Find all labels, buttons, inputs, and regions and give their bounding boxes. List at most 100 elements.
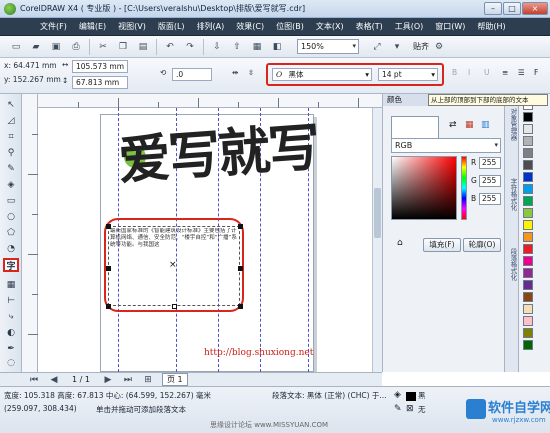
- snap-toggle-icon[interactable]: ▾: [389, 39, 405, 55]
- menu-text[interactable]: 文本(X): [310, 18, 350, 36]
- import-icon[interactable]: ⇩: [209, 39, 225, 55]
- italic-icon[interactable]: I: [468, 68, 470, 77]
- shape-tool-icon[interactable]: ◿: [3, 114, 19, 128]
- table-tool-icon[interactable]: ▦: [3, 278, 19, 292]
- print-icon[interactable]: ⎙: [68, 39, 84, 55]
- selection-handle[interactable]: [238, 304, 243, 309]
- menu-bitmaps[interactable]: 位图(B): [270, 18, 310, 36]
- palette-swatch[interactable]: [523, 304, 533, 314]
- drawing-canvas[interactable]: 爱写就写 最新国家标准的《智能建筑设计标准》主要包括了计算机网络、通信、安全防范…: [38, 108, 372, 372]
- red-value-field[interactable]: 255: [479, 157, 501, 169]
- full-screen-icon[interactable]: ⤢: [369, 39, 385, 55]
- align-icon[interactable]: ≡: [502, 68, 508, 77]
- rotation-field[interactable]: .0: [172, 68, 212, 81]
- redo-icon[interactable]: ↷: [182, 39, 198, 55]
- menu-window[interactable]: 窗口(W): [429, 18, 471, 36]
- undo-icon[interactable]: ↶: [162, 39, 178, 55]
- crop-tool-icon[interactable]: ⌗: [3, 130, 19, 144]
- menu-help[interactable]: 帮助(H): [471, 18, 511, 36]
- menu-table[interactable]: 表格(T): [350, 18, 389, 36]
- paragraph-text[interactable]: 最新国家标准的《智能建筑设计标准》主要包括了计算机网络、通信、安全防范、“楼宇自…: [110, 228, 238, 256]
- palette-swatch[interactable]: [523, 196, 533, 206]
- welcome-screen-icon[interactable]: ◧: [269, 39, 285, 55]
- frame-tab-handle[interactable]: [172, 304, 177, 309]
- blend-tool-icon[interactable]: ◐: [3, 326, 19, 340]
- maximize-button[interactable]: □: [503, 2, 521, 15]
- menu-view[interactable]: 视图(V): [112, 18, 152, 36]
- height-field[interactable]: 67.813 mm: [72, 76, 128, 89]
- page-tab[interactable]: 页 1: [161, 373, 188, 386]
- color-picker-area[interactable]: [391, 156, 457, 220]
- color-sliders-icon[interactable]: ▦: [465, 120, 474, 130]
- y-position-field[interactable]: y: 152.267 mm: [4, 75, 61, 84]
- zoom-level-dropdown[interactable]: 150% ▾: [297, 39, 359, 54]
- menu-tools[interactable]: 工具(O): [389, 18, 430, 36]
- docker-tab-character-format[interactable]: 字符格式化: [506, 178, 518, 211]
- snap-label[interactable]: 贴齐: [413, 41, 429, 52]
- paste-icon[interactable]: ▤: [135, 39, 151, 55]
- palette-swatch[interactable]: [523, 340, 533, 350]
- font-name-dropdown[interactable]: O 黑体 ▾: [272, 68, 372, 81]
- mirror-horizontal-icon[interactable]: ⇹: [232, 68, 238, 77]
- palette-swatch[interactable]: [523, 256, 533, 266]
- color-viewer-icon[interactable]: ⇄: [449, 120, 457, 130]
- color-model-dropdown[interactable]: RGB ▾: [391, 138, 501, 153]
- outline-button[interactable]: 轮廓(O): [463, 238, 501, 252]
- selection-handle[interactable]: [106, 304, 111, 309]
- menu-effects[interactable]: 效果(C): [230, 18, 270, 36]
- new-document-icon[interactable]: ▭: [8, 39, 24, 55]
- palette-swatch[interactable]: [523, 232, 533, 242]
- options-icon[interactable]: ⚙: [431, 39, 447, 55]
- copy-icon[interactable]: ❐: [115, 39, 131, 55]
- palette-swatch[interactable]: [523, 316, 533, 326]
- ellipse-tool-icon[interactable]: ○: [3, 210, 19, 224]
- basic-shapes-icon[interactable]: ◔: [3, 242, 19, 256]
- palette-swatch[interactable]: [523, 112, 533, 122]
- menu-edit[interactable]: 编辑(E): [73, 18, 112, 36]
- menu-file[interactable]: 文件(F): [34, 18, 73, 36]
- palette-swatch[interactable]: [523, 172, 533, 182]
- palette-swatch[interactable]: [523, 124, 533, 134]
- export-icon[interactable]: ⇧: [229, 39, 245, 55]
- smart-fill-icon[interactable]: ◈: [3, 178, 19, 192]
- palette-swatch[interactable]: [523, 244, 533, 254]
- headline-artwork[interactable]: 爱写就写: [116, 108, 321, 194]
- freehand-tool-icon[interactable]: ✎: [3, 162, 19, 176]
- pick-tool-icon[interactable]: ↖: [3, 98, 19, 112]
- x-position-field[interactable]: x: 64.471 mm: [4, 61, 57, 70]
- hue-slider[interactable]: [461, 156, 467, 220]
- scrollbar-thumb[interactable]: [374, 188, 381, 238]
- green-value-field[interactable]: 255: [479, 175, 501, 187]
- color-palettes-icon[interactable]: ▥: [481, 120, 490, 130]
- palette-swatch[interactable]: [523, 280, 533, 290]
- font-size-dropdown[interactable]: 14 pt ▾: [378, 68, 438, 81]
- mirror-vertical-icon[interactable]: ⇳: [248, 68, 254, 77]
- polygon-tool-icon[interactable]: ⬠: [3, 226, 19, 240]
- selection-handle[interactable]: [106, 266, 111, 271]
- docker-tab-object-manager[interactable]: 对象管理器: [506, 108, 518, 141]
- outline-tool-icon[interactable]: ◌: [3, 356, 19, 370]
- palette-swatch[interactable]: [523, 268, 533, 278]
- app-launcher-icon[interactable]: ▦: [249, 39, 265, 55]
- docker-tab-paragraph-format[interactable]: 段落格式化: [506, 248, 518, 281]
- palette-swatch[interactable]: [523, 184, 533, 194]
- cut-icon[interactable]: ✂: [95, 39, 111, 55]
- save-icon[interactable]: ▣: [48, 39, 64, 55]
- fill-button[interactable]: 填充(F): [423, 238, 461, 252]
- horizontal-ruler[interactable]: [38, 94, 382, 108]
- palette-swatch[interactable]: [523, 160, 533, 170]
- selection-handle[interactable]: [238, 266, 243, 271]
- width-field[interactable]: 105.573 mm: [72, 60, 128, 73]
- underline-icon[interactable]: U: [484, 68, 490, 77]
- palette-swatch[interactable]: [523, 328, 533, 338]
- character-format-icon[interactable]: F: [534, 68, 538, 77]
- text-tool-icon[interactable]: 字: [3, 258, 19, 272]
- rectangle-tool-icon[interactable]: ▭: [3, 194, 19, 208]
- close-button[interactable]: ×: [522, 2, 548, 15]
- bold-icon[interactable]: B: [452, 68, 457, 77]
- palette-swatch[interactable]: [523, 208, 533, 218]
- bullet-icon[interactable]: ☰: [518, 68, 525, 77]
- vertical-ruler[interactable]: [22, 94, 38, 372]
- palette-swatch[interactable]: [523, 148, 533, 158]
- connector-tool-icon[interactable]: ⤷: [3, 310, 19, 324]
